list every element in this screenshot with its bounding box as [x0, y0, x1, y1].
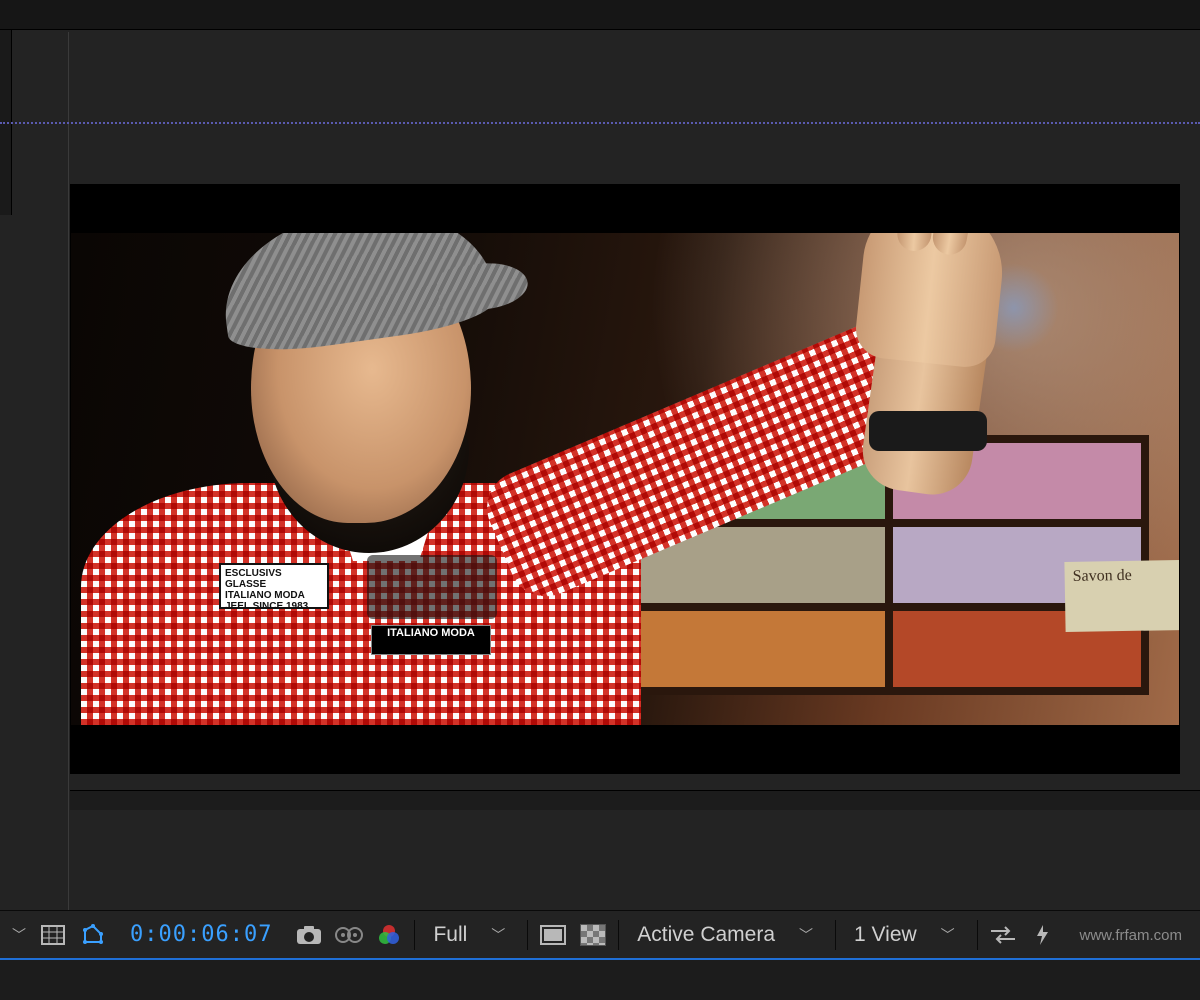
toolbar-divider: [835, 920, 836, 950]
footage-preview: Savon de ESCLUSIVS GLASSE ITALIANO MODA …: [71, 233, 1179, 725]
toolbar-divider: [527, 920, 528, 950]
resolution-dropdown[interactable]: Full ﹀: [423, 920, 519, 950]
chevron-down-icon: ﹀: [937, 925, 959, 945]
compositor-workspace: Savon de ESCLUSIVS GLASSE ITALIANO MODA …: [0, 0, 1200, 1000]
panel-tab-strip: [0, 0, 1200, 30]
composition-viewer[interactable]: Savon de ESCLUSIVS GLASSE ITALIANO MODA …: [70, 184, 1180, 774]
guide-horizontal[interactable]: [0, 122, 1200, 124]
current-timecode[interactable]: 0:00:06:07: [116, 922, 286, 947]
preview-button[interactable]: [332, 920, 366, 950]
subject-hand: [853, 233, 1009, 370]
transparency-off-button[interactable]: [536, 920, 570, 950]
viewer-toolbar: ﹀ 0:00:06:07 Full ﹀: [0, 910, 1200, 960]
composition-panel: Savon de ESCLUSIVS GLASSE ITALIANO MODA …: [0, 30, 1200, 910]
shirt-patch: [367, 555, 497, 619]
shirt-patch: ITALIANO MODA: [371, 625, 491, 655]
magnification-dropdown[interactable]: ﹀: [8, 925, 30, 945]
resolution-label: Full: [433, 923, 467, 947]
patch-text: JEEL SINCE 1983: [225, 601, 308, 612]
channels-button[interactable]: [372, 920, 406, 950]
letterbox-top: [71, 185, 1179, 233]
watermark: www.frfam.com: [1079, 927, 1182, 944]
camera-dropdown[interactable]: Active Camera ﹀: [627, 920, 827, 950]
panel-footer-area: [0, 960, 1200, 1000]
transparency-grid-button[interactable]: [576, 920, 610, 950]
ruler-vertical-mark: [68, 32, 69, 910]
toolbar-divider: [618, 920, 619, 950]
patch-text: ESCLUSIVS GLASSE: [225, 568, 282, 590]
chevron-down-icon: ﹀: [795, 925, 817, 945]
safe-zones-button[interactable]: [36, 920, 70, 950]
shirt-patch: ESCLUSIVS GLASSE ITALIANO MODA JEEL SINC…: [219, 563, 329, 609]
camera-label: Active Camera: [637, 923, 775, 947]
view-count-dropdown[interactable]: 1 View ﹀: [844, 920, 969, 950]
swap-views-button[interactable]: [986, 920, 1020, 950]
patch-text: ITALIANO MODA: [387, 627, 475, 639]
chevron-down-icon: ﹀: [487, 925, 509, 945]
savon-sign: Savon de: [1064, 560, 1179, 632]
toolbar-divider: [414, 920, 415, 950]
view-count-label: 1 View: [854, 923, 917, 947]
toolbar-divider: [977, 920, 978, 950]
snapshot-button[interactable]: [292, 920, 326, 950]
checker-icon: [580, 924, 606, 946]
patch-text: ITALIANO MODA: [225, 590, 305, 601]
letterbox-bottom: [71, 725, 1179, 773]
fast-preview-button[interactable]: [1026, 920, 1060, 950]
viewer-time-scrollbar[interactable]: [70, 790, 1200, 810]
subject-watch: [869, 411, 987, 451]
mask-bounds-button[interactable]: [76, 920, 110, 950]
